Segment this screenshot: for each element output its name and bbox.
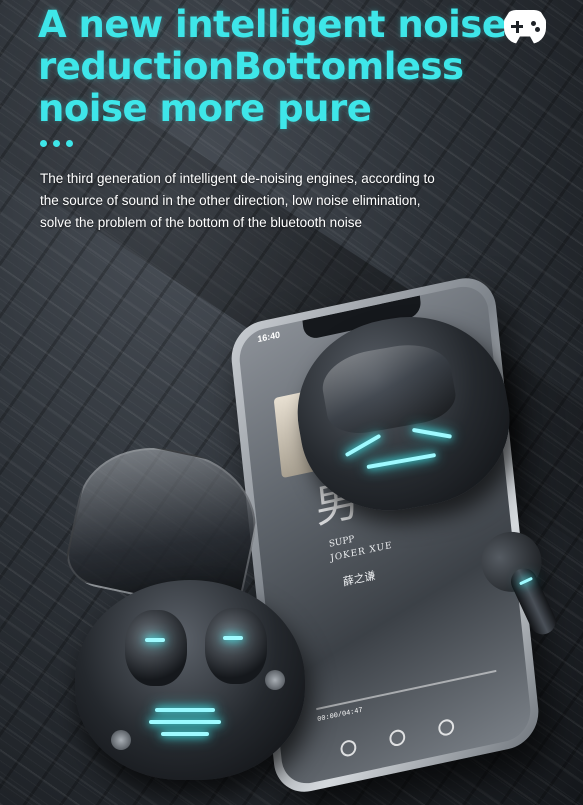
progress-bar[interactable] <box>316 669 497 711</box>
case-visor <box>317 337 460 439</box>
case-light-strip <box>155 708 215 712</box>
earbud-right <box>205 608 267 684</box>
description-line-3: solve the problem of the bottom of the b… <box>40 215 362 230</box>
case-indicator-dot <box>265 670 285 690</box>
description: The third generation of intelligent de-n… <box>40 168 460 234</box>
case-body <box>75 580 305 780</box>
case-indicator-dot <box>111 730 131 750</box>
repeat-icon[interactable] <box>339 738 358 758</box>
headline-line-1: A new intelligent noise <box>38 3 507 46</box>
case-light-strip <box>411 427 453 439</box>
pause-icon[interactable] <box>437 717 455 738</box>
case-light-strip <box>366 452 437 470</box>
earbud-stem <box>506 564 560 639</box>
dot <box>40 140 47 147</box>
headline: A new intelligent noise reductionBottoml… <box>38 4 508 130</box>
controller-button <box>535 27 540 32</box>
description-line-1: The third generation of intelligent de-n… <box>40 171 435 186</box>
earbud-case-open <box>55 432 305 790</box>
product-banner: A new intelligent noise reductionBottoml… <box>0 0 583 805</box>
player-time: 00:00/04:47 <box>317 706 364 725</box>
earbud-left <box>125 610 187 686</box>
ellipsis-dots <box>40 140 73 147</box>
album-sub-label: SUPP <box>328 534 355 550</box>
controller-button <box>531 21 536 26</box>
dot <box>53 140 60 147</box>
dot <box>66 140 73 147</box>
headline-line-2: reductionBottomless <box>38 45 464 88</box>
earbud-light <box>223 636 243 640</box>
case-light-strip <box>161 732 209 736</box>
dpad-vertical <box>515 20 519 33</box>
headline-line-3: noise more pure <box>38 87 372 130</box>
artist-name: 薛之谦 <box>342 568 376 589</box>
earbud-light <box>145 638 165 642</box>
case-light-strip <box>149 720 221 724</box>
description-line-2: the source of sound in the other directi… <box>40 193 421 208</box>
case-light-strip <box>344 433 382 458</box>
status-time: 16:40 <box>256 329 281 345</box>
previous-icon[interactable] <box>388 728 406 748</box>
